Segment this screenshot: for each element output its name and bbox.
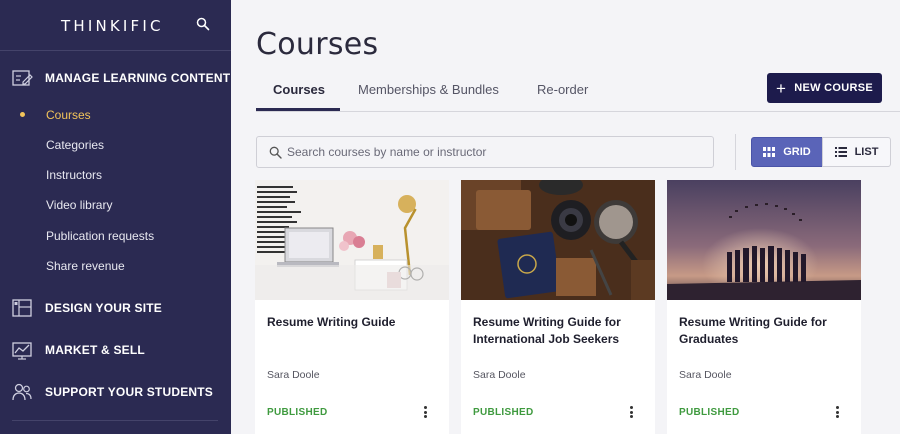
plus-icon: +: [775, 78, 787, 98]
layout-icon: [12, 299, 32, 317]
search-bar[interactable]: [256, 136, 714, 168]
status-badge: PUBLISHED: [679, 407, 740, 418]
course-thumbnail[interactable]: [667, 180, 861, 300]
sidebar-section-label: SUPPORT YOUR STUDENTS: [45, 385, 213, 399]
edit-list-icon: [12, 70, 33, 86]
sidebar-section-manage-learning-content[interactable]: MANAGE LEARNING CONTENT: [0, 64, 231, 92]
course-card[interactable]: Resume Writing Guide Sara Doole PUBLISHE…: [255, 180, 449, 434]
grid-label: GRID: [783, 146, 811, 158]
sidebar-section-support-your-students[interactable]: SUPPORT YOUR STUDENTS: [0, 378, 231, 406]
sidebar-section-market-sell[interactable]: MARKET & SELL: [0, 336, 231, 364]
list-label: LIST: [854, 146, 879, 158]
more-options-icon[interactable]: [625, 404, 637, 420]
sidebar-item-share-revenue[interactable]: Share revenue: [46, 259, 125, 273]
course-title[interactable]: Resume Writing Guide for International J…: [473, 314, 648, 348]
course-title[interactable]: Resume Writing Guide for Graduates: [679, 314, 854, 348]
course-card[interactable]: Resume Writing Guide for Graduates Sara …: [667, 180, 861, 434]
course-title[interactable]: Resume Writing Guide: [267, 314, 442, 331]
grid-icon: [763, 147, 776, 157]
more-options-icon[interactable]: [831, 404, 843, 420]
new-course-label: NEW COURSE: [794, 82, 873, 94]
course-author: Sara Doole: [679, 369, 732, 381]
search-input[interactable]: [287, 143, 707, 161]
active-tab-indicator: [256, 108, 340, 111]
tab-courses[interactable]: Courses: [273, 82, 325, 97]
new-course-button[interactable]: + NEW COURSE: [767, 73, 882, 103]
course-thumbnail[interactable]: [255, 180, 449, 300]
sidebar-section-design-your-site[interactable]: DESIGN YOUR SITE: [0, 294, 231, 322]
active-indicator: [20, 112, 25, 117]
sidebar-divider: [12, 420, 218, 421]
tabs-divider: [256, 111, 900, 112]
search-icon[interactable]: [196, 17, 210, 31]
grid-view-button[interactable]: GRID: [751, 137, 823, 167]
status-badge: PUBLISHED: [473, 407, 534, 418]
course-author: Sara Doole: [267, 369, 320, 381]
tab-re-order[interactable]: Re-order: [537, 82, 588, 97]
page-title: Courses: [256, 27, 379, 62]
sidebar-item-video-library[interactable]: Video library: [46, 198, 112, 212]
sidebar: THINKIFIC MANAGE LEARNING CONTENT Course…: [0, 0, 231, 434]
sidebar-section-label: DESIGN YOUR SITE: [45, 301, 163, 315]
users-icon: [12, 383, 32, 401]
status-badge: PUBLISHED: [267, 407, 328, 418]
search-icon: [269, 146, 282, 159]
sidebar-item-publication-requests[interactable]: Publication requests: [46, 229, 154, 243]
sidebar-item-courses[interactable]: Courses: [46, 108, 91, 122]
course-thumbnail[interactable]: [461, 180, 655, 300]
toolbar-divider: [735, 134, 736, 170]
course-author: Sara Doole: [473, 369, 526, 381]
tab-memberships-bundles[interactable]: Memberships & Bundles: [358, 82, 499, 97]
course-card[interactable]: Resume Writing Guide for International J…: [461, 180, 655, 434]
chart-icon: [12, 342, 32, 360]
sidebar-item-instructors[interactable]: Instructors: [46, 168, 102, 182]
list-view-button[interactable]: LIST: [822, 137, 891, 167]
sidebar-section-label: MARKET & SELL: [45, 343, 145, 357]
sidebar-divider: [0, 50, 231, 51]
brand-logo[interactable]: THINKIFIC: [61, 17, 164, 35]
more-options-icon[interactable]: [419, 404, 431, 420]
list-icon: [834, 147, 847, 157]
sidebar-section-label: MANAGE LEARNING CONTENT: [45, 71, 231, 85]
sidebar-item-categories[interactable]: Categories: [46, 138, 104, 152]
